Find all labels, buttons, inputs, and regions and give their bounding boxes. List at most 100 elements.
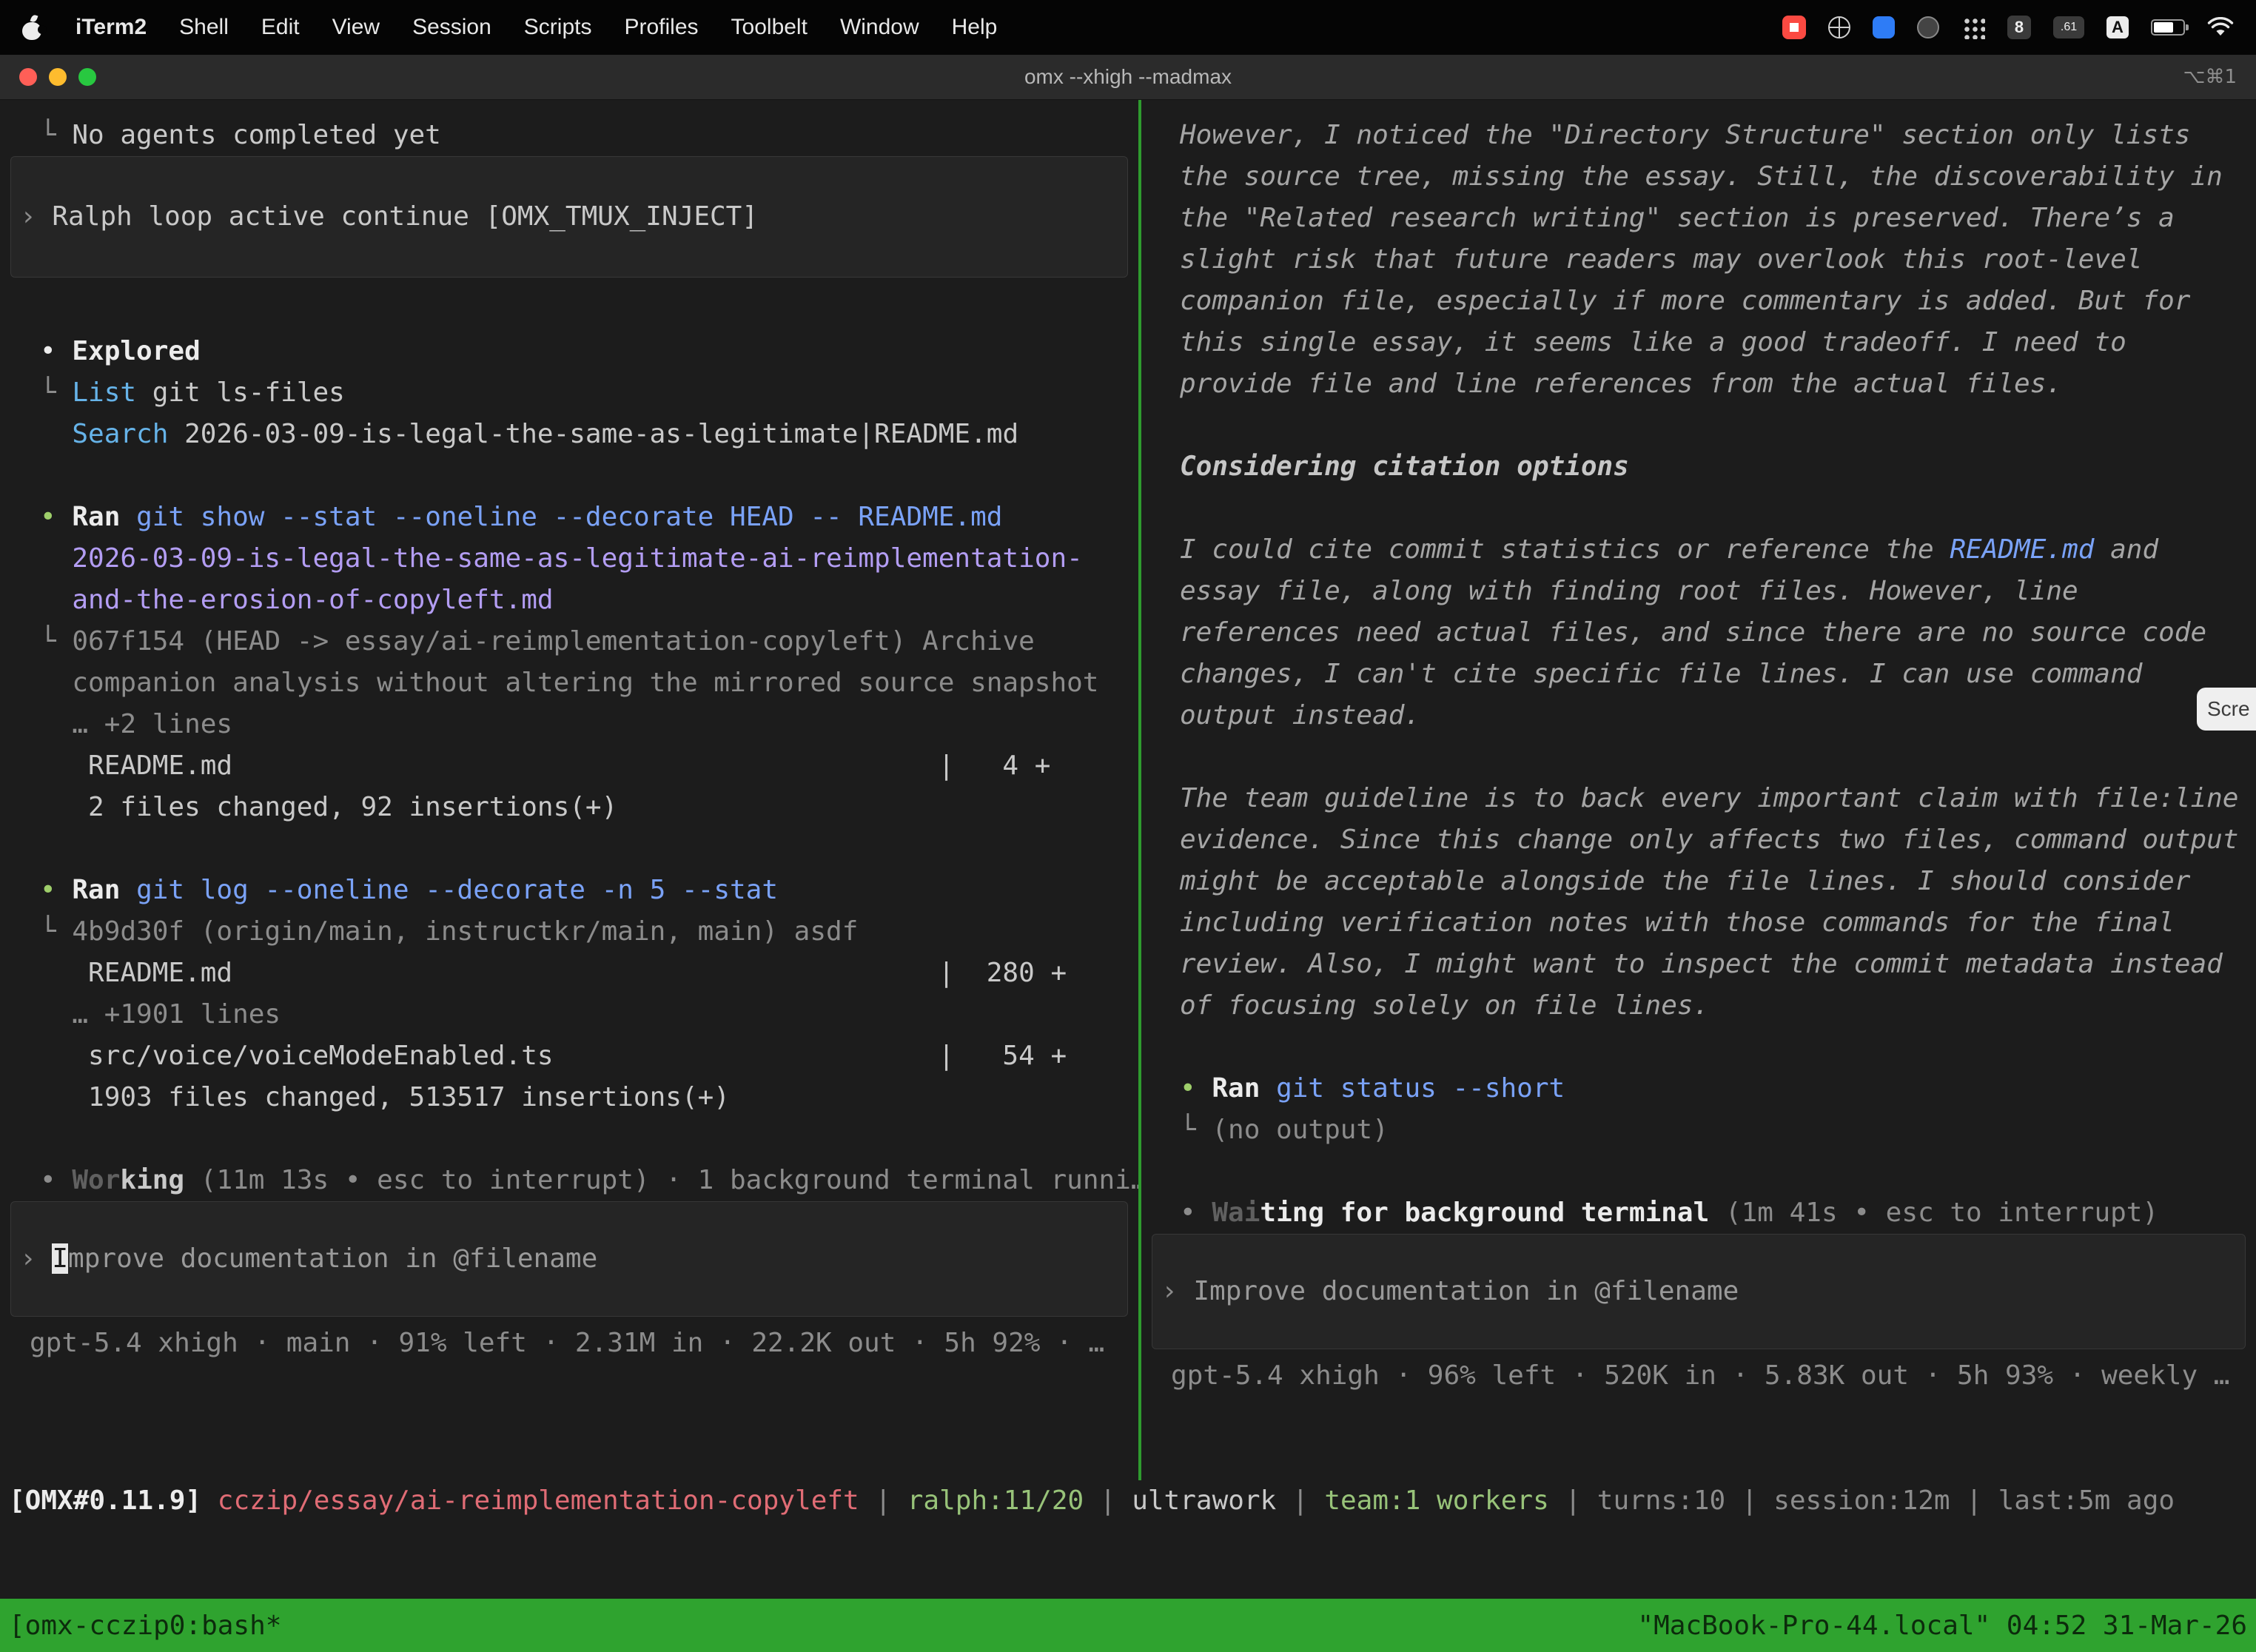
prompt-input[interactable]: › Improve documentation in @filename (10, 1201, 1128, 1317)
terminal-line: output instead. (1180, 695, 2256, 736)
menu-item-iterm2[interactable]: iTerm2 (75, 15, 147, 40)
terminal-line: review. Also, I might want to inspect th… (1180, 944, 2256, 985)
zoom-button[interactable] (78, 68, 96, 86)
prompt-line: › Improve documentation in @filename (1161, 1271, 1739, 1312)
omx-status-bar: [OMX#0.11.9] cczip/essay/ai-reimplementa… (0, 1480, 2256, 1522)
terminal-line: • Ran git status --short (1180, 1068, 2256, 1109)
menu-item-toolbelt[interactable]: Toolbelt (731, 15, 808, 40)
window-title-bar: omx --xhigh --madmax ⌥⌘1 (0, 55, 2256, 100)
thinking-paragraph-2: I could cite commit statistics or refere… (1141, 529, 2256, 736)
terminal-line: 2026-03-09-is-legal-the-same-as-legitima… (40, 538, 1138, 580)
battery-icon[interactable] (2151, 19, 2185, 36)
terminal-line: the source tree, missing the essay. Stil… (1180, 156, 2256, 198)
terminal-line: might be acceptable alongside the file l… (1180, 861, 2256, 902)
prompt-input[interactable]: › Improve documentation in @filename (1152, 1234, 2246, 1349)
screen-overlay-label: Scre (2207, 697, 2250, 721)
terminal-line: • Working (11m 13s • esc to interrupt) ·… (40, 1160, 1138, 1201)
stop-recording-icon[interactable] (1782, 16, 1806, 39)
terminal-line: • Explored (40, 331, 1138, 372)
keyboard-layout-icon[interactable]: A (2106, 16, 2129, 38)
working-status-group: • Working (11m 13s • esc to interrupt) ·… (0, 1160, 1138, 1201)
terminal-line: └ (no output) (1180, 1109, 2256, 1151)
wifi-icon[interactable] (2207, 17, 2234, 38)
tmux-session-name: [omx-cczip0:bash* (9, 1611, 281, 1641)
minimize-button[interactable] (49, 68, 67, 86)
terminal-line: README.md | 4 + (40, 745, 1138, 787)
camera-badge-icon[interactable]: .61 (2053, 16, 2084, 38)
apps-grid-icon[interactable] (1961, 16, 1985, 39)
terminal-line: Search 2026-03-09-is-legal-the-same-as-l… (40, 414, 1138, 455)
menu-item-session[interactable]: Session (412, 15, 491, 40)
model-status-line: gpt-5.4 xhigh · main · 91% left · 2.31M … (0, 1323, 1138, 1364)
model-status-line: gpt-5.4 xhigh · 96% left · 520K in · 5.8… (1141, 1355, 2256, 1397)
ralph-loop-banner: › Ralph loop active continue [OMX_TMUX_I… (10, 156, 1128, 278)
terminal-line: … +2 lines (40, 704, 1138, 745)
thinking-paragraph-3: The team guideline is to back every impo… (1141, 778, 2256, 1027)
status-line: gpt-5.4 xhigh · main · 91% left · 2.31M … (30, 1323, 1138, 1364)
terminal-line: including verification notes with those … (1180, 902, 2256, 944)
window-title: omx --xhigh --madmax (0, 65, 2256, 89)
terminal-line: … +1901 lines (40, 994, 1138, 1035)
terminal-line: • Waiting for background terminal (1m 41… (1180, 1192, 2256, 1234)
menu-item-scripts[interactable]: Scripts (524, 15, 592, 40)
terminal-line: • Ran git log --oneline --decorate -n 5 … (40, 870, 1138, 911)
terminal-line: The team guideline is to back every impo… (1180, 778, 2256, 819)
git-log-group: • Ran git log --oneline --decorate -n 5 … (0, 870, 1138, 1118)
omx-session-status: [OMX#0.11.9] cczip/essay/ai-reimplementa… (9, 1480, 2256, 1522)
menu-item-view[interactable]: View (332, 15, 380, 40)
left-pane[interactable]: └ No agents completed yet › Ralph loop a… (0, 100, 1138, 1652)
terminal-line: companion analysis without altering the … (40, 662, 1138, 704)
blue-app-icon[interactable] (1873, 16, 1895, 38)
terminal-line: provide file and line references from th… (1180, 363, 2256, 405)
ralph-loop-status-line: › Ralph loop active continue [OMX_TMUX_I… (20, 196, 758, 238)
screen-overlay-tab[interactable]: Scre (2197, 688, 2256, 731)
menu-bar: iTerm2 Shell Edit View Session Scripts P… (0, 0, 2256, 55)
apple-menu-icon[interactable] (22, 15, 43, 40)
thinking-heading: Considering citation options (1180, 446, 2256, 488)
window-shortcut-badge: ⌥⌘1 (2183, 66, 2237, 88)
terminal-line: companion file, especially if more comme… (1180, 281, 2256, 322)
agents-status-group: └ No agents completed yet (0, 115, 1138, 156)
terminal-line: src/voice/voiceModeEnabled.ts | 54 + (40, 1035, 1138, 1077)
terminal-line: references need actual files, and since … (1180, 612, 2256, 654)
terminal-line: and-the-erosion-of-copyleft.md (40, 580, 1138, 621)
terminal-line: 2 files changed, 92 insertions(+) (40, 787, 1138, 828)
terminal-line: changes, I can't cite specific file line… (1180, 654, 2256, 695)
terminal-line: this single essay, it seems like a good … (1180, 322, 2256, 363)
traffic-lights (19, 68, 96, 86)
terminal-line: of focusing solely on file lines. (1180, 985, 2256, 1027)
terminal-line: the "Related research writing" section i… (1180, 198, 2256, 239)
menu-item-shell[interactable]: Shell (179, 15, 229, 40)
terminal-line: └ List git ls-files (40, 372, 1138, 414)
close-button[interactable] (19, 68, 37, 86)
menu-item-edit[interactable]: Edit (261, 15, 300, 40)
prompt-line: › Improve documentation in @filename (20, 1238, 597, 1280)
terminal-area: └ No agents completed yet › Ralph loop a… (0, 100, 2256, 1652)
tmux-host-and-clock: "MacBook-Pro-44.local" 04:52 31-Mar-26 (1637, 1611, 2247, 1641)
explored-group: • Explored└ List git ls-files Search 202… (0, 331, 1138, 455)
terminal-line: • Ran git show --stat --oneline --decora… (40, 497, 1138, 538)
menu-bar-left: iTerm2 Shell Edit View Session Scripts P… (22, 15, 997, 40)
terminal-line: I could cite commit statistics or refere… (1180, 529, 2256, 571)
terminal-line: └ 067f154 (HEAD -> essay/ai-reimplementa… (40, 621, 1138, 662)
terminal-line: 1903 files changed, 513517 insertions(+) (40, 1077, 1138, 1118)
thinking-heading-group: Considering citation options (1141, 446, 2256, 488)
terminal-line: However, I noticed the "Directory Struct… (1180, 115, 2256, 156)
numpad-8-icon[interactable]: 8 (2007, 16, 2031, 39)
terminal-line: └ 4b9d30f (origin/main, instructkr/main,… (40, 911, 1138, 953)
terminal-line: └ No agents completed yet (40, 115, 1138, 156)
git-status-group: • Ran git status --short└ (no output) (1141, 1068, 2256, 1151)
terminal-line: slight risk that future readers may over… (1180, 239, 2256, 281)
globe-icon[interactable] (1828, 16, 1850, 38)
thinking-paragraph-1: However, I noticed the "Directory Struct… (1141, 115, 2256, 405)
tmux-status-bar: [omx-cczip0:bash* "MacBook-Pro-44.local"… (0, 1599, 2256, 1652)
menu-item-help[interactable]: Help (952, 15, 998, 40)
right-pane[interactable]: However, I noticed the "Directory Struct… (1141, 100, 2256, 1652)
menu-item-window[interactable]: Window (840, 15, 919, 40)
menu-bar-status-icons: 8 .61 A (1782, 16, 2234, 39)
terminal-line: essay file, along with finding root file… (1180, 571, 2256, 612)
dark-app-icon[interactable] (1917, 16, 1939, 38)
terminal-line: evidence. Since this change only affects… (1180, 819, 2256, 861)
status-line: gpt-5.4 xhigh · 96% left · 520K in · 5.8… (1171, 1355, 2256, 1397)
menu-item-profiles[interactable]: Profiles (624, 15, 698, 40)
